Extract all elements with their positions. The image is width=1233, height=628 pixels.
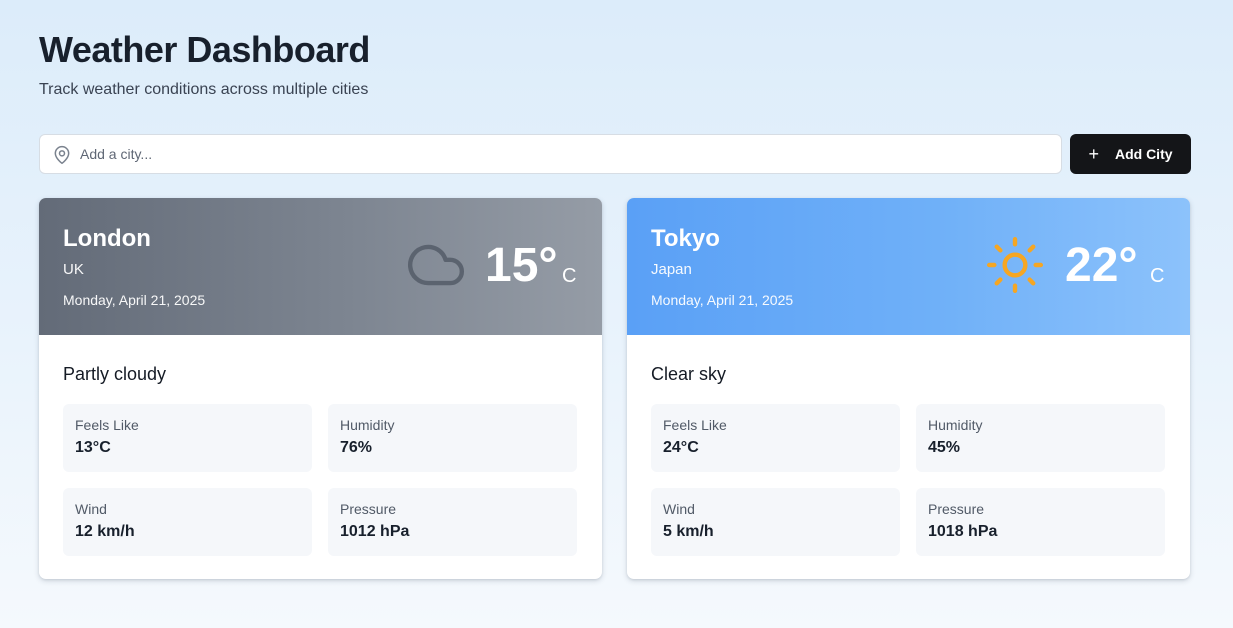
stat-pressure: Pressure 1012 hPa	[328, 488, 577, 556]
weather-stats: Feels Like 13°C Humidity 76% Wind 12 km/…	[63, 404, 578, 556]
temperature-unit: C	[1150, 265, 1165, 287]
page-header: Weather Dashboard Track weather conditio…	[39, 28, 370, 100]
stat-value: 5 km/h	[663, 523, 714, 540]
add-city-button-label: Add City	[1114, 146, 1173, 162]
stat-label: Pressure	[340, 501, 397, 517]
stat-value: 24°C	[663, 439, 699, 456]
weather-card-header: Tokyo Japan Monday, April 21, 2025 22° C	[627, 198, 1190, 335]
stat-label: Wind	[663, 501, 695, 517]
weather-card-header: London UK Monday, April 21, 2025 15° C	[39, 198, 602, 335]
stat-feels-like: Feels Like 24°C	[651, 404, 900, 472]
add-city-button[interactable]: + Add City	[1070, 134, 1191, 174]
stat-label: Pressure	[928, 501, 985, 517]
city-name: London	[63, 225, 151, 252]
weather-card-body: Partly cloudy Feels Like 13°C Humidity 7…	[39, 363, 602, 556]
temperature-value: 22°	[1065, 239, 1138, 292]
weather-card-tokyo: Tokyo Japan Monday, April 21, 2025 22° C…	[627, 198, 1190, 579]
stat-label: Humidity	[928, 417, 983, 433]
stat-label: Feels Like	[663, 417, 727, 433]
country-name: Japan	[651, 261, 692, 278]
stat-value: 45%	[928, 439, 961, 456]
city-name: Tokyo	[651, 225, 720, 252]
map-pin-icon	[54, 145, 70, 165]
city-search-input[interactable]	[80, 136, 1040, 172]
page-subtitle: Track weather conditions across multiple…	[39, 81, 369, 98]
stat-wind: Wind 5 km/h	[651, 488, 900, 556]
stat-label: Feels Like	[75, 417, 139, 433]
stat-label: Humidity	[340, 417, 395, 433]
weather-condition: Partly cloudy	[63, 364, 167, 384]
temperature-unit: C	[562, 265, 577, 287]
stat-value: 12 km/h	[75, 523, 135, 540]
plus-icon: +	[1088, 144, 1099, 164]
add-city-form: + Add City	[39, 134, 1191, 174]
stat-wind: Wind 12 km/h	[63, 488, 312, 556]
temperature-value: 15°	[485, 239, 558, 292]
stat-value: 13°C	[75, 439, 111, 456]
stat-value: 1018 hPa	[928, 523, 998, 540]
stat-label: Wind	[75, 501, 107, 517]
stat-value: 1012 hPa	[340, 523, 410, 540]
stat-pressure: Pressure 1018 hPa	[916, 488, 1165, 556]
weather-stats: Feels Like 24°C Humidity 45% Wind 5 km/h…	[651, 404, 1166, 556]
forecast-date: Monday, April 21, 2025	[651, 292, 794, 308]
forecast-date: Monday, April 21, 2025	[63, 292, 206, 308]
sun-icon	[986, 236, 1044, 294]
stat-feels-like: Feels Like 13°C	[63, 404, 312, 472]
weather-condition: Clear sky	[651, 364, 727, 384]
stat-humidity: Humidity 45%	[916, 404, 1165, 472]
page-title: Weather Dashboard	[39, 29, 370, 70]
stat-humidity: Humidity 76%	[328, 404, 577, 472]
country-name: UK	[63, 261, 84, 278]
weather-card-body: Clear sky Feels Like 24°C Humidity 45% W…	[627, 363, 1190, 556]
weather-card-london: London UK Monday, April 21, 2025 15° C P…	[39, 198, 602, 579]
stat-value: 76%	[340, 439, 373, 456]
cloud-icon	[407, 244, 464, 286]
city-search-field[interactable]	[39, 134, 1062, 174]
